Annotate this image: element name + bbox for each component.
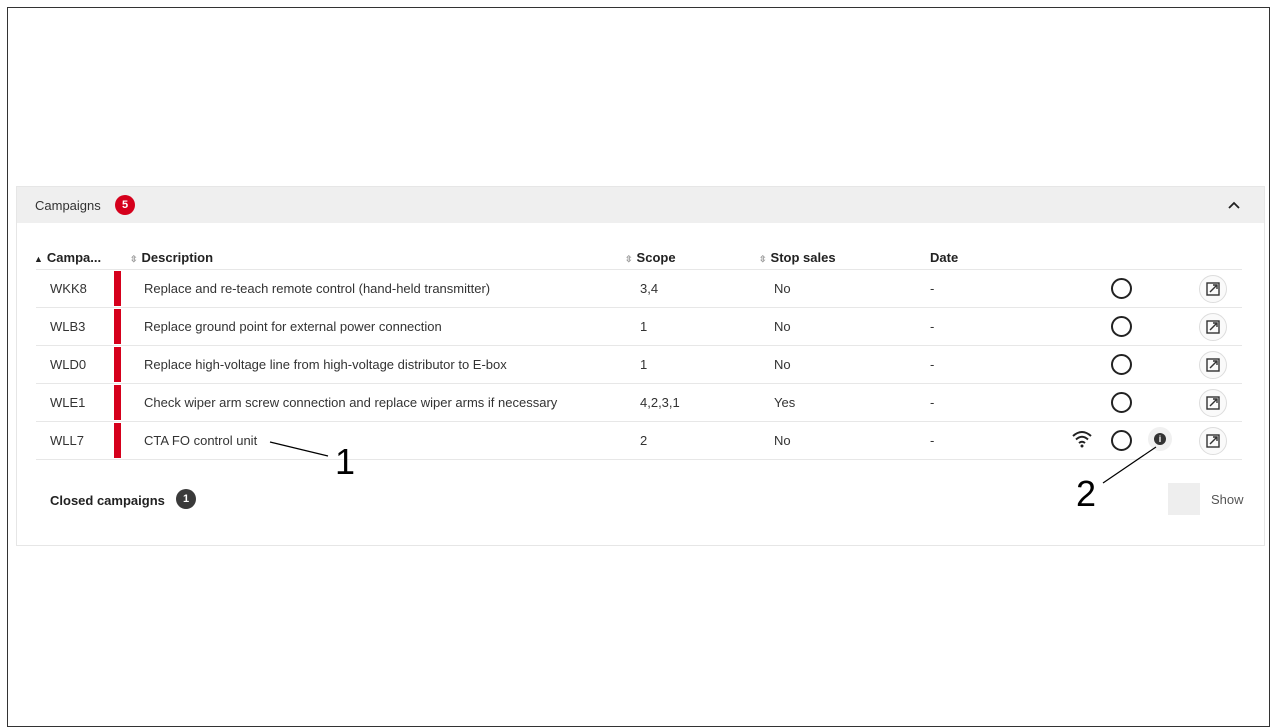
callout-number-1: 1 (335, 441, 356, 482)
callout-lines (269, 441, 1157, 484)
callout-number-2: 2 (1076, 473, 1097, 514)
